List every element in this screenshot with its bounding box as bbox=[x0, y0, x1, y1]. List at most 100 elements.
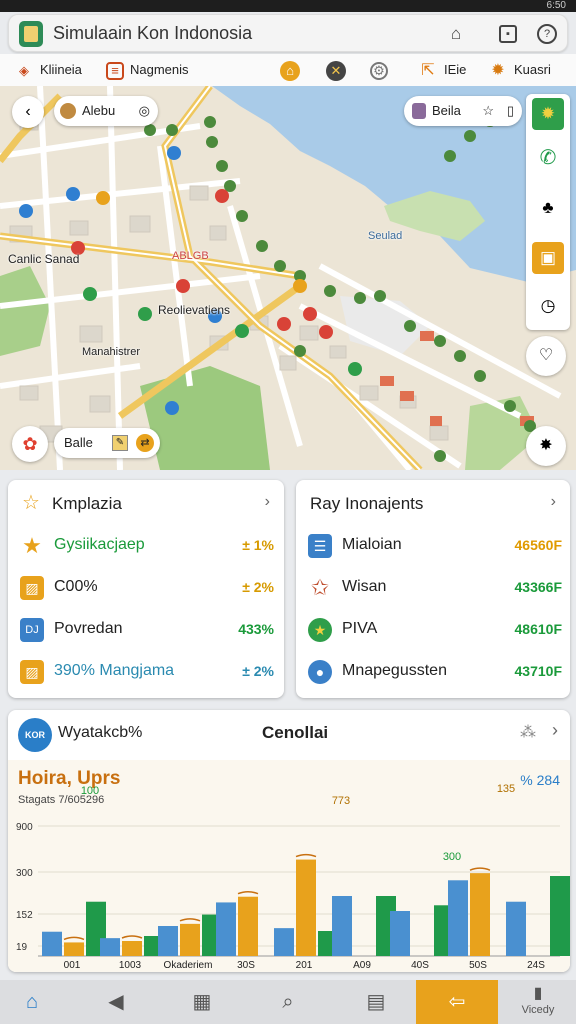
row-value: 46560F bbox=[514, 537, 562, 553]
toolbar-item-ieie[interactable]: ⇱ IEie bbox=[418, 59, 466, 81]
tools-icon: ✕ bbox=[326, 60, 346, 81]
vicedy-nav-button[interactable]: ▮ Vicedy bbox=[500, 980, 576, 1024]
card-right[interactable]: Ray Inonajents › ☰ Mialoian 46560F ✩ Wis… bbox=[296, 480, 570, 698]
toolbar-item-settings[interactable]: ⚙ bbox=[370, 59, 394, 81]
status-time: 6:50 bbox=[546, 0, 566, 11]
row-label: 390% Mangjama bbox=[54, 662, 175, 679]
back-nav-icon[interactable]: ◀ bbox=[84, 980, 148, 1024]
grid-nav-icon[interactable]: ▦ bbox=[170, 980, 234, 1024]
bar bbox=[470, 873, 490, 956]
list-item[interactable]: ★ Gysiikacjaep ± 1% bbox=[20, 532, 276, 560]
calendar-nav-icon[interactable]: ▤ bbox=[344, 980, 408, 1024]
bar bbox=[238, 896, 258, 956]
list-item[interactable]: ✩ Wisan 43366F bbox=[308, 574, 564, 602]
bar-chart: 900 300 152 19 001 1003 Okaderiem 30S 201 A09 40S 5… bbox=[16, 783, 570, 971]
bar bbox=[100, 938, 120, 956]
settings-gear-button[interactable]: ✸ bbox=[526, 426, 566, 466]
phone-button[interactable]: ✆ bbox=[532, 142, 564, 174]
status-bar: 6:50 bbox=[0, 0, 576, 12]
window-icon[interactable]: ▪ bbox=[499, 25, 517, 43]
star-icon: ☆ bbox=[482, 103, 494, 118]
toolbar-item-tools[interactable]: ✕ bbox=[326, 59, 352, 81]
search-nav-icon[interactable]: ⌕ bbox=[256, 980, 320, 1024]
bottom-nav: ⌂ ◀ ▦ ⌕ ▤ ⇦ ▮ Vicedy bbox=[0, 980, 576, 1024]
profile-icon bbox=[412, 103, 426, 119]
x-tick-label: 24S bbox=[527, 960, 545, 971]
help-icon[interactable]: ? bbox=[537, 24, 557, 44]
home-icon[interactable]: ⌂ bbox=[445, 23, 467, 45]
list-item[interactable]: ▨ C00% ± 2% bbox=[20, 574, 276, 602]
x-tick-label: 30S bbox=[237, 960, 255, 971]
favorite-button[interactable]: ♡ bbox=[526, 336, 566, 376]
map-label-water: Seulad bbox=[368, 230, 403, 242]
avatar-icon bbox=[60, 103, 76, 119]
leaf-button[interactable]: ✹ bbox=[532, 98, 564, 130]
card-left[interactable]: Kmplazia ☆ › ★ Gysiikacjaep ± 1% ▨ C00% … bbox=[8, 480, 284, 698]
list-item[interactable]: DJ Povredan 433% bbox=[20, 616, 276, 644]
target-icon: ◎ bbox=[138, 103, 150, 118]
bar-cap bbox=[179, 918, 201, 922]
bar bbox=[332, 896, 352, 956]
chart-header-left: Wyatakcb% bbox=[58, 724, 143, 741]
back-button[interactable]: ‹ bbox=[12, 96, 44, 128]
star-outline-icon: ✩ bbox=[310, 575, 330, 600]
row-value: ± 2% bbox=[242, 663, 274, 679]
home-nav-icon[interactable]: ⌂ bbox=[0, 980, 64, 1024]
toolbar-item-building[interactable]: ⌂ bbox=[280, 59, 306, 81]
y-tick-label: 19 bbox=[16, 942, 28, 953]
screen: 6:50 Simulaain Kon Indonosia ⌂ ▪ ? ◈ Klii… bbox=[0, 0, 576, 1024]
chart-header-center: Cenollai bbox=[262, 723, 329, 742]
list-item[interactable]: ● Mnapegussten 43710F bbox=[308, 658, 564, 686]
list-icon: ☰ bbox=[308, 534, 332, 558]
toolbar-item-kuasri[interactable]: ✹ Kuasri bbox=[488, 59, 551, 81]
map-view[interactable]: Canlic Sanad ABLGB Reolievatiens Manahis… bbox=[0, 86, 576, 470]
settings-icon: ⚙ bbox=[370, 61, 388, 80]
toolbar-item-nagmenis[interactable]: ≡ Nagmenis bbox=[106, 59, 189, 81]
map-label-district: Canlic Sanad bbox=[8, 252, 80, 266]
y-tick-label: 300 bbox=[16, 868, 33, 879]
list-item[interactable]: ☰ Mialoian 46560F bbox=[308, 532, 564, 560]
arrow-nav-button[interactable]: ⇦ bbox=[416, 980, 498, 1024]
map-canvas[interactable] bbox=[0, 86, 576, 470]
bar-cap bbox=[469, 867, 491, 871]
row-label: Wisan bbox=[342, 578, 387, 595]
map-label-road: ABLGB bbox=[172, 250, 209, 262]
chevron-right-icon[interactable]: › bbox=[552, 720, 558, 741]
list-item[interactable]: ▨ 390% Mangjama ± 2% bbox=[20, 658, 276, 686]
list-item[interactable]: ★ PIVA 48610F bbox=[308, 616, 564, 644]
bar bbox=[550, 876, 570, 956]
x-tick-label: 201 bbox=[296, 960, 313, 971]
bar bbox=[180, 923, 200, 956]
tree-button[interactable]: ♣ bbox=[532, 192, 564, 224]
book-icon: ▮ bbox=[533, 985, 543, 1002]
x-tick-label: 50S bbox=[469, 960, 487, 971]
bookmark-icon: ▯ bbox=[506, 103, 514, 118]
data-label: 135 bbox=[497, 783, 515, 795]
layer-pill[interactable]: Balle ✎ ⇄ bbox=[54, 428, 160, 458]
app-logo-icon bbox=[19, 21, 43, 47]
chart-area: Hoira, Uprs Stagats 7/605296 % 284 900 30… bbox=[8, 760, 570, 972]
row-value: 48610F bbox=[514, 621, 562, 637]
toolbar-item-kliineia[interactable]: ◈ Kliineia bbox=[14, 59, 82, 81]
star-filled-icon: ★ bbox=[22, 533, 42, 558]
x-tick-label: 40S bbox=[411, 960, 429, 971]
x-tick-label: 001 bbox=[64, 960, 81, 971]
card-right-title: Ray Inonajents bbox=[310, 494, 424, 513]
bus-button[interactable]: ▣ bbox=[532, 242, 564, 274]
bar bbox=[390, 911, 410, 956]
image-icon: ▨ bbox=[20, 576, 44, 600]
row-value: ± 1% bbox=[242, 537, 274, 553]
toolbar: ◈ Kliineia ≡ Nagmenis ⌂ ✕ ⚙ ⇱ IEie ✹ Kuasri bbox=[0, 54, 576, 86]
row-value: ± 2% bbox=[242, 579, 274, 595]
molecule-icon[interactable]: ⁂ bbox=[520, 722, 536, 742]
user-pill[interactable]: Beila ☆ ▯ bbox=[404, 96, 522, 126]
bar-cap bbox=[63, 936, 85, 941]
google-icon[interactable]: ✿ bbox=[12, 426, 48, 462]
chevron-right-icon[interactable]: › bbox=[265, 493, 270, 511]
row-label: PIVA bbox=[342, 620, 378, 637]
location-pill[interactable]: Alebu ◎ bbox=[54, 96, 158, 126]
record-icon: ● bbox=[308, 660, 332, 684]
chevron-right-icon[interactable]: › bbox=[551, 493, 556, 511]
clock-button[interactable]: ◷ bbox=[532, 290, 564, 322]
y-tick-label: 900 bbox=[16, 822, 33, 833]
